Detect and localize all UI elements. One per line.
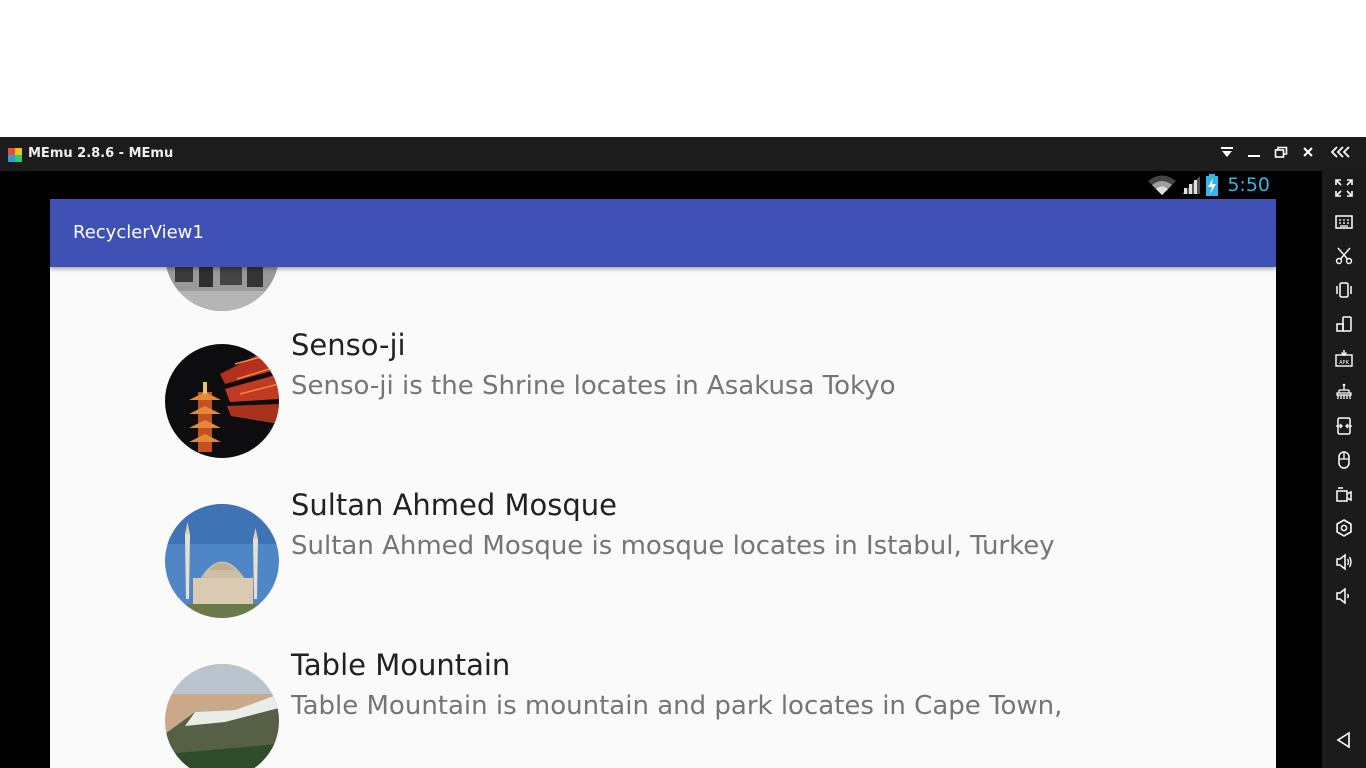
pagoda-photo-icon [165,344,279,458]
list-item[interactable]: Sultan Ahmed Mosque Sultan Ahmed Mosque … [50,480,1276,640]
minimize-button[interactable] [1243,144,1265,164]
item-description: Table Mountain is mountain and park loca… [291,691,1063,721]
item-title: Senso-ji [291,328,406,362]
item-title: Sultan Ahmed Mosque [291,488,618,522]
rotate-button[interactable] [1330,310,1358,338]
mountain-photo-icon [165,664,279,768]
status-time: 5:50 [1227,174,1270,196]
app-title: RecyclerView1 [73,222,204,243]
list-item[interactable] [50,267,1276,320]
city-photo-icon [165,267,279,311]
back-icon [1336,731,1350,749]
volume-down-icon [1336,587,1349,605]
rotate-icon [1336,316,1352,332]
minimize-icon [1248,155,1260,157]
scissors-icon [1335,247,1353,265]
collapse-sidebar-button[interactable] [1330,144,1352,164]
share-button[interactable] [1330,378,1358,406]
recycler-list[interactable]: Senso-ji Senso-ji is the Shrine locates … [50,267,1276,768]
back-button[interactable] [1330,726,1358,754]
status-bar: 5:50 [50,171,1276,199]
apk-install-icon: APK [1335,350,1353,367]
fullscreen-icon [1335,179,1353,197]
list-item[interactable]: Table Mountain Table Mountain is mountai… [50,640,1276,768]
emulator-sidebar: APK [1322,171,1366,768]
collapse-icon [1330,146,1350,158]
mosque-photo-icon [165,504,279,618]
list-item[interactable]: Senso-ji Senso-ji is the Shrine locates … [50,320,1276,480]
settings-button[interactable] [1330,514,1358,542]
restore-button[interactable] [1270,144,1292,164]
close-button[interactable] [1297,144,1319,164]
record-video-button[interactable] [1330,480,1358,508]
multi-instance-icon [1336,417,1352,435]
signal-icon [1182,176,1201,194]
keyboard-icon [1335,215,1353,229]
close-icon [1303,147,1313,157]
battery-charging-icon [1206,174,1219,196]
menu-down-icon [1221,147,1233,157]
restore-icon [1274,146,1288,158]
screenshot-button[interactable] [1330,242,1358,270]
volume-down-button[interactable] [1330,582,1358,610]
share-icon [1336,383,1352,399]
svg-text:APK: APK [1339,360,1349,366]
item-description: Sultan Ahmed Mosque is mosque locates in… [291,531,1055,561]
item-title: Table Mountain [291,648,511,682]
app-bar: RecyclerView1 [50,199,1276,267]
mouse-button[interactable] [1330,446,1358,474]
item-description: Senso-ji is the Shrine locates in Asakus… [291,371,896,401]
volume-up-icon [1336,553,1352,571]
memu-logo-icon [8,148,22,162]
emulator-titlebar: MEmu 2.8.6 - MEmu [0,137,1366,171]
settings-icon [1336,519,1352,537]
mouse-icon [1338,451,1350,469]
window-title: MEmu 2.8.6 - MEmu [28,146,174,161]
shake-button[interactable] [1330,276,1358,304]
wifi-icon [1148,175,1177,195]
dropdown-menu-button[interactable] [1216,144,1238,164]
record-video-icon [1336,487,1352,502]
apk-install-button[interactable]: APK [1330,344,1358,372]
volume-up-button[interactable] [1330,548,1358,576]
android-screen: 5:50 RecyclerView1 Senso-ji Senso-ji is … [50,171,1276,768]
fullscreen-button[interactable] [1330,174,1358,202]
emulator-window: MEmu 2.8.6 - MEmu 5:50 RecyclerView1 Sen… [0,137,1366,768]
shake-icon [1336,282,1352,298]
multi-instance-button[interactable] [1330,412,1358,440]
keyboard-button[interactable] [1330,208,1358,236]
